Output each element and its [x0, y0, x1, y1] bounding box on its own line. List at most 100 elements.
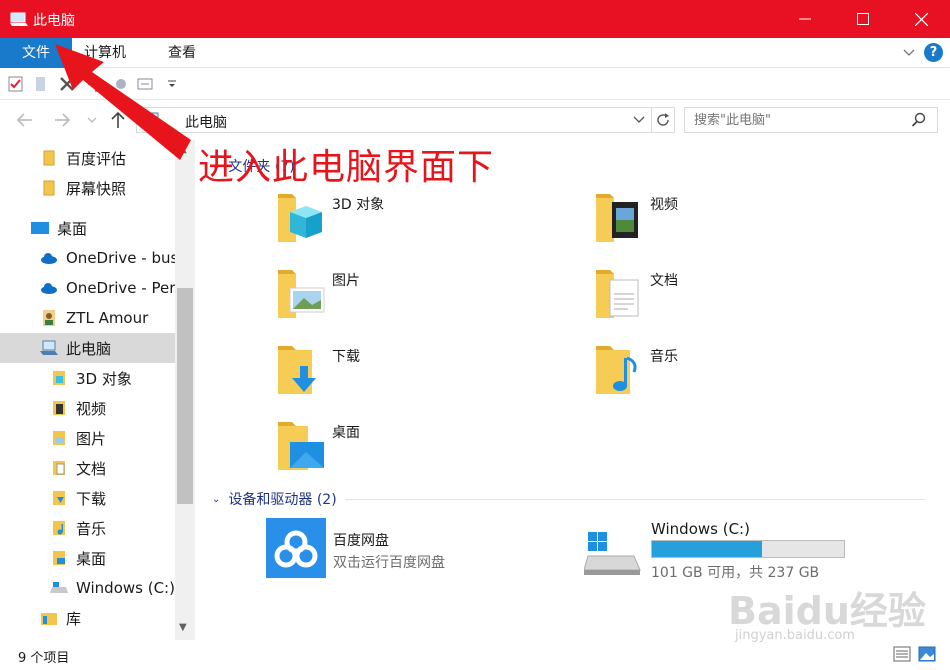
address-path[interactable]: 此电脑	[185, 112, 227, 132]
pictures-icon	[278, 270, 325, 318]
sidebar-item-label: 文档	[76, 459, 107, 478]
ribbon-tabs: 文件 计算机 查看 ?	[0, 38, 950, 68]
scrollbar-thumb[interactable]	[177, 288, 193, 504]
folder-label: 图片	[332, 273, 360, 289]
library-icon	[40, 609, 58, 627]
details-view-icon[interactable]	[893, 646, 911, 662]
documents-icon	[50, 459, 68, 477]
search-box[interactable]	[684, 107, 938, 133]
desktop-icon	[50, 549, 68, 567]
window-title: 此电脑	[33, 13, 75, 29]
folder-label: 下载	[332, 349, 360, 365]
close-button[interactable]	[892, 0, 950, 38]
scroll-up-arrow-icon[interactable]: ▲	[179, 144, 187, 155]
sidebar-item-desktop[interactable]: 桌面	[31, 213, 196, 243]
chevron-down-icon: ⌄	[212, 493, 221, 505]
search-icon[interactable]	[911, 112, 927, 128]
folder-documents[interactable]: 文档	[594, 264, 874, 334]
rename-icon[interactable]	[112, 75, 130, 93]
forward-arrow-icon[interactable]	[52, 110, 72, 130]
refresh-icon	[656, 113, 669, 126]
sidebar-item-label: Windows (C:)	[76, 579, 175, 597]
properties-icon[interactable]	[7, 75, 25, 93]
video-icon	[596, 194, 638, 242]
scroll-down-arrow-icon[interactable]: ▼	[179, 622, 187, 633]
folder-icon	[40, 149, 58, 167]
sidebar-scrollbar[interactable]: ▲ ▼	[175, 140, 195, 640]
address-bar[interactable]: 此电脑	[136, 107, 652, 133]
sidebar-item-label: ZTL Amour	[66, 309, 149, 327]
maximize-button[interactable]	[834, 0, 892, 38]
sidebar-item-label: 桌面	[57, 219, 88, 238]
folder-3d-objects[interactable]: 3D 对象	[276, 188, 556, 258]
delete-icon[interactable]	[58, 75, 76, 93]
sidebar-item-label: 下载	[76, 489, 107, 508]
computer-icon	[143, 112, 161, 127]
device-name: Windows (C:)	[651, 520, 750, 538]
cloud-icon	[40, 249, 58, 267]
group-divider	[344, 498, 925, 500]
refresh-button[interactable]	[651, 107, 675, 133]
search-input[interactable]	[686, 109, 901, 131]
device-subtitle: 双击运行百度网盘	[333, 555, 445, 571]
sidebar-item-label: 视频	[76, 399, 107, 418]
baidu-netdisk-icon	[266, 518, 326, 578]
chevron-down-icon[interactable]	[902, 46, 916, 60]
drive-usage-bar	[651, 540, 845, 558]
sidebar-item-onedrive-business[interactable]: OneDrive - bus	[40, 243, 196, 273]
undo-icon[interactable]	[85, 75, 103, 93]
drive-icon	[584, 532, 641, 575]
folder-label: 视频	[650, 197, 678, 213]
qat-dropdown-icon[interactable]	[166, 75, 178, 93]
3d-icon	[50, 369, 68, 387]
sidebar-item-label: OneDrive - Pers	[66, 279, 184, 297]
sidebar-item-label: OneDrive - bus	[66, 249, 179, 267]
sidebar-item-user[interactable]: ZTL Amour	[40, 303, 196, 333]
minimize-button[interactable]	[776, 0, 834, 38]
tab-computer[interactable]: 计算机	[72, 38, 138, 68]
help-button[interactable]: ?	[924, 43, 943, 62]
quick-access-toolbar	[0, 68, 950, 100]
large-icons-view-icon[interactable]	[918, 646, 936, 662]
sidebar-item-screenshots[interactable]: 屏幕快照	[40, 173, 196, 203]
new-folder-icon[interactable]	[32, 75, 50, 93]
content-pane: ⌄ 文件夹 (7) 3D 对象 视频 图片 文档 下载 音乐 桌面 ⌄ 设备和驱…	[196, 140, 950, 640]
device-subtitle: 101 GB 可用，共 237 GB	[651, 565, 820, 581]
navigation-pane: 百度评估 屏幕快照 桌面 OneDrive - bus OneDrive - P…	[0, 140, 196, 640]
documents-icon	[596, 270, 639, 318]
tab-file[interactable]: 文件	[0, 38, 72, 68]
sidebar-item-libraries[interactable]: 库	[40, 603, 196, 633]
computer-icon	[10, 12, 28, 26]
sidebar-item-label: 3D 对象	[76, 369, 132, 388]
device-windows-c[interactable]: Windows (C:) 101 GB 可用，共 237 GB	[584, 518, 864, 588]
back-arrow-icon[interactable]	[15, 110, 35, 130]
folder-icon	[40, 179, 58, 197]
folder-videos[interactable]: 视频	[594, 188, 874, 258]
desktop-icon	[278, 422, 324, 470]
devices-group-header[interactable]: ⌄ 设备和驱动器 (2)	[212, 489, 925, 509]
sidebar-item-label: 图片	[76, 429, 107, 448]
customize-icon[interactable]	[136, 75, 154, 93]
sidebar-item-label: 百度评估	[66, 149, 127, 168]
folder-downloads[interactable]: 下载	[276, 340, 556, 410]
chevron-down-icon[interactable]	[633, 114, 645, 126]
folder-desktop[interactable]: 桌面	[276, 416, 556, 486]
device-baidu-netdisk[interactable]: 百度网盘 双击运行百度网盘	[266, 518, 566, 588]
folder-music[interactable]: 音乐	[594, 340, 874, 410]
navigation-bar: 此电脑	[0, 100, 950, 140]
tab-view[interactable]: 查看	[156, 38, 208, 68]
drive-icon	[50, 579, 68, 597]
video-icon	[50, 399, 68, 417]
folder-label: 音乐	[650, 349, 678, 365]
music-icon	[596, 346, 637, 394]
folder-pictures[interactable]: 图片	[276, 264, 556, 334]
group-title: 设备和驱动器 (2)	[228, 492, 337, 508]
sidebar-item-baidu-assess[interactable]: 百度评估	[40, 143, 196, 173]
up-arrow-icon[interactable]	[108, 110, 128, 130]
sidebar-item-this-pc[interactable]: 此电脑	[0, 333, 175, 363]
pictures-icon	[50, 429, 68, 447]
recent-locations-icon[interactable]	[86, 110, 98, 130]
maximize-icon	[857, 13, 869, 25]
sidebar-item-onedrive-personal[interactable]: OneDrive - Pers	[40, 273, 196, 303]
title-bar: 此电脑	[0, 0, 950, 38]
